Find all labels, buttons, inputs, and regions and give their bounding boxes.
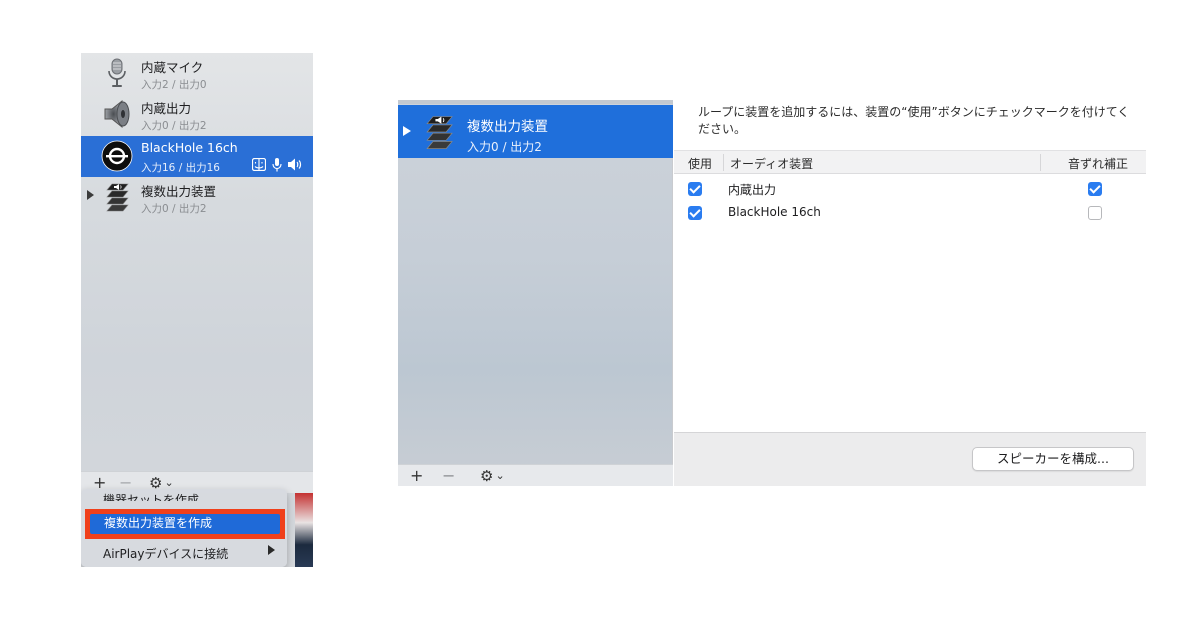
microphone-icon: [108, 58, 126, 87]
audio-device-name: 内蔵出力: [728, 183, 777, 197]
device-row-internal-output[interactable]: 内蔵出力 入力0 / 出力2: [81, 94, 313, 135]
background-window-strip: [295, 493, 313, 567]
drift-correction-checkbox[interactable]: [1088, 206, 1102, 220]
use-checkbox[interactable]: [688, 206, 702, 220]
device-io: 入力0 / 出力2: [141, 203, 207, 215]
device-row-multi-output[interactable]: 複数出力装置 入力0 / 出力2: [81, 177, 313, 218]
remove-button[interactable]: −: [442, 465, 455, 486]
multi-output-icon: [426, 116, 453, 149]
menu-item-connect-airplay[interactable]: AirPlayデバイスに接続: [103, 545, 228, 562]
device-name: 複数出力装置: [467, 119, 548, 135]
device-io: 入力2 / 出力0: [141, 79, 207, 91]
sidebar-toolbar: + − ⚙ ⌄: [398, 464, 673, 486]
audio-midi-setup-window: 複数出力装置 入力0 / 出力2 + − ⚙ ⌄ ループに装置を追加するには、装…: [398, 100, 1146, 486]
device-name: 内蔵マイク: [141, 60, 204, 75]
device-io: 入力0 / 出力2: [467, 140, 542, 154]
device-name: 複数出力装置: [141, 184, 217, 199]
configure-speakers-button[interactable]: スピーカーを構成...: [972, 447, 1134, 471]
device-detail-pane: ループに装置を追加するには、装置の“使用”ボタンにチェックマークを付けてください…: [674, 100, 1146, 486]
chevron-down-icon: ⌄: [164, 476, 174, 489]
multi-output-icon: [106, 183, 129, 212]
column-header-audio-device[interactable]: オーディオ装置: [730, 155, 813, 172]
use-checkbox[interactable]: [688, 182, 702, 196]
menu-item-create-multi-output-device[interactable]: 複数出力装置を作成: [90, 514, 280, 534]
device-name: BlackHole 16ch: [141, 140, 238, 155]
speaker-icon: [104, 99, 130, 129]
device-row-blackhole[interactable]: BlackHole 16ch 入力16 / 出力16: [81, 136, 313, 177]
bottom-bar: スピーカーを構成...: [674, 432, 1146, 486]
column-header-drift-correction[interactable]: 音ずれ補正: [1068, 155, 1128, 172]
add-button[interactable]: +: [410, 465, 423, 486]
menu-item-create-aggregate-device[interactable]: 機器セットを作成: [103, 493, 199, 501]
device-io: 入力0 / 出力2: [141, 120, 207, 132]
drift-correction-checkbox[interactable]: [1088, 182, 1102, 196]
gear-context-menu: 機器セットを作成 複数出力装置を作成 AirPlayデバイスに接続: [81, 489, 287, 567]
table-header: 使用 オーディオ装置 音ずれ補正: [674, 150, 1146, 174]
disclosure-triangle-icon[interactable]: [403, 126, 411, 136]
column-divider: [723, 154, 724, 171]
cut-off-row: [398, 100, 673, 104]
column-header-use[interactable]: 使用: [688, 155, 712, 172]
device-io: 入力16 / 出力16: [141, 162, 220, 174]
device-row-internal-mic[interactable]: 内蔵マイク 入力2 / 出力0: [81, 53, 313, 94]
table-row: 内蔵出力: [674, 177, 1146, 201]
microphone-icon: [272, 158, 282, 172]
gear-icon: ⚙: [480, 467, 494, 485]
blackhole-icon: [101, 140, 133, 172]
gear-menu-button[interactable]: ⚙ ⌄: [480, 465, 505, 486]
chevron-down-icon: ⌄: [495, 469, 505, 482]
device-name: 内蔵出力: [141, 101, 192, 116]
column-divider: [1040, 154, 1041, 171]
table-row: BlackHole 16ch: [674, 201, 1146, 225]
highlight-annotation: 複数出力装置を作成: [85, 509, 285, 539]
disclosure-triangle-icon[interactable]: [87, 190, 94, 200]
device-row-multi-output-selected[interactable]: 複数出力装置 入力0 / 出力2: [398, 105, 673, 158]
volume-icon: [288, 158, 302, 171]
audio-devices-sidebar: 内蔵マイク 入力2 / 出力0 内蔵出力 入力0 / 出力2 BlackHole…: [81, 53, 313, 567]
device-list-sidebar: 複数出力装置 入力0 / 出力2 + − ⚙ ⌄: [398, 100, 673, 486]
finder-icon: [252, 158, 266, 171]
instruction-text: ループに装置を追加するには、装置の“使用”ボタンにチェックマークを付けてください…: [698, 105, 1130, 136]
submenu-arrow-icon: [268, 545, 275, 555]
device-status-icons: [252, 158, 303, 172]
audio-device-name: BlackHole 16ch: [728, 205, 821, 219]
